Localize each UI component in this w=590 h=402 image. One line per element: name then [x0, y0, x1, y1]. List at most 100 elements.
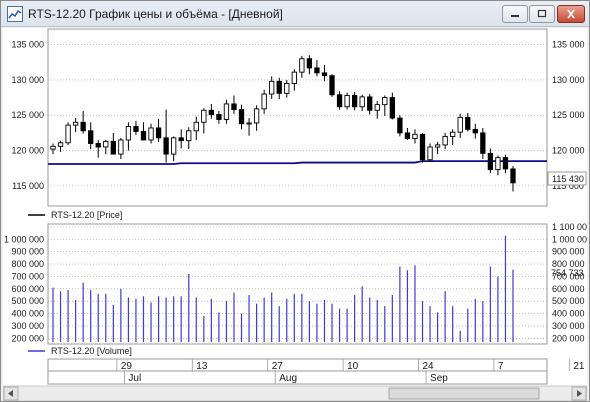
price-right-axis: 135 000130 000125 000120 000115 000: [552, 40, 585, 191]
month-label: Sep: [430, 373, 448, 384]
day-label: 13: [196, 361, 208, 372]
candle-body: [457, 116, 463, 133]
volume-tick-left: 900 000: [11, 247, 44, 257]
candle-body: [118, 139, 124, 155]
price-volume-chart[interactable]: 135 000 130 000 125 000 120 000 115 000 135 …: [3, 28, 587, 401]
candle-body: [367, 96, 373, 111]
candle-body: [103, 140, 109, 148]
price-tick-right: 125 000: [552, 110, 585, 120]
date-axis-months: [47, 370, 548, 385]
price-tick-right: 135 000: [552, 40, 585, 50]
candle-body: [276, 80, 282, 94]
current-volume-label: 754 733: [551, 268, 584, 278]
price-tick-right: 120 000: [552, 146, 585, 156]
candle-body: [442, 135, 448, 146]
candle-body: [321, 72, 328, 77]
candle-body: [133, 126, 139, 132]
volume-tick-right: 500 000: [552, 296, 585, 306]
month-label: Jul: [128, 373, 141, 384]
month-label: Aug: [279, 373, 297, 384]
price-left-axis: 135 000 130 000 125 000 120 000 115 000: [11, 40, 44, 191]
candle-body: [412, 133, 418, 139]
volume-tick-right: 900 000: [552, 247, 585, 257]
volume-tick-right: 400 000: [552, 309, 585, 319]
minimize-button[interactable]: [502, 5, 528, 23]
candle-body: [223, 103, 230, 120]
candle-body: [80, 121, 86, 132]
candle-body: [344, 95, 350, 108]
chart-app-icon: [7, 6, 23, 22]
candle-body: [299, 58, 305, 73]
candle-body: [374, 104, 380, 111]
candle-body: [193, 121, 199, 132]
candle-body: [72, 121, 79, 126]
volume-tick-left: 700 000: [11, 271, 44, 281]
title-bar[interactable]: RTS-12.20 График цены и объёма - [Дневно…: [1, 1, 589, 27]
price-tick-left: 130 000: [11, 75, 44, 85]
close-icon: [567, 9, 575, 19]
candle-body: [95, 143, 101, 148]
candle-body: [50, 145, 56, 150]
price-legend-label: RTS-12.20 [Price]: [51, 210, 122, 220]
volume-tick-left: 600 000: [11, 284, 44, 294]
volume-tick-right: 1 000 000: [552, 234, 587, 244]
volume-tick-left: 1 000 000: [4, 234, 44, 244]
close-button[interactable]: [557, 5, 585, 23]
volume-tick-left: 500 000: [11, 296, 44, 306]
candle-body: [472, 128, 478, 134]
candle-body: [284, 82, 290, 94]
candle: [65, 122, 71, 145]
candle-body: [434, 144, 441, 148]
candle-body: [125, 126, 132, 141]
scrollbar-thumb[interactable]: [388, 387, 540, 400]
candle-body: [171, 137, 177, 155]
volume-tick-right: 1 100 000: [552, 222, 587, 232]
candle-body: [502, 157, 509, 170]
candle-body: [57, 142, 64, 147]
volume-left-axis: 1 000 000 900 000 800 000 700 000 600 000 500…: [4, 234, 44, 343]
window-title: RTS-12.20 График цены и объёма - [Дневно…: [28, 7, 283, 21]
volume-right-axis: 1 100 0001 000 000900 000800 000700 0006…: [552, 222, 587, 343]
candle-body: [382, 97, 388, 106]
candle-body: [336, 94, 343, 108]
volume-tick-right: 600 000: [552, 284, 585, 294]
price-tick-left: 120 000: [11, 146, 44, 156]
candle-body: [269, 80, 275, 95]
candle-body: [465, 116, 471, 130]
candle-body: [163, 137, 169, 155]
current-price-label: 115 430: [552, 174, 584, 184]
candle-body: [306, 58, 313, 69]
day-label: 7: [498, 361, 504, 372]
candle-body: [487, 152, 494, 171]
candle-body: [480, 132, 486, 154]
day-label: 29: [121, 361, 133, 372]
volume-tick-right: 300 000: [552, 321, 585, 331]
candle-body: [238, 109, 245, 125]
volume-tick-right: 200 000: [552, 333, 585, 343]
candle: [329, 74, 335, 97]
candle-body: [148, 127, 154, 141]
candle-body: [155, 127, 162, 139]
candle-body: [389, 97, 395, 119]
candle-body: [450, 131, 456, 137]
candle-body: [291, 71, 297, 84]
candle-body: [88, 130, 94, 144]
candle-body: [216, 114, 222, 120]
candle-body: [208, 109, 215, 115]
candle-body: [404, 132, 411, 139]
candle-body: [65, 124, 71, 144]
day-label: 24: [423, 361, 435, 372]
price-tick-left: 125 000: [11, 110, 44, 120]
day-label: 27: [272, 361, 284, 372]
candle-body: [246, 122, 252, 125]
candle-body: [351, 95, 358, 108]
price-tick-left: 115 000: [12, 181, 44, 191]
restore-button[interactable]: [529, 5, 555, 23]
candle-body: [314, 67, 320, 74]
candle-body: [510, 168, 516, 184]
volume-legend-label: RTS-12.20 [Volume]: [51, 346, 132, 356]
volume-tick-left: 800 000: [11, 259, 44, 269]
price-tick-right: 130 000: [552, 75, 585, 85]
candle-body: [231, 103, 237, 111]
candle-body: [201, 109, 207, 123]
